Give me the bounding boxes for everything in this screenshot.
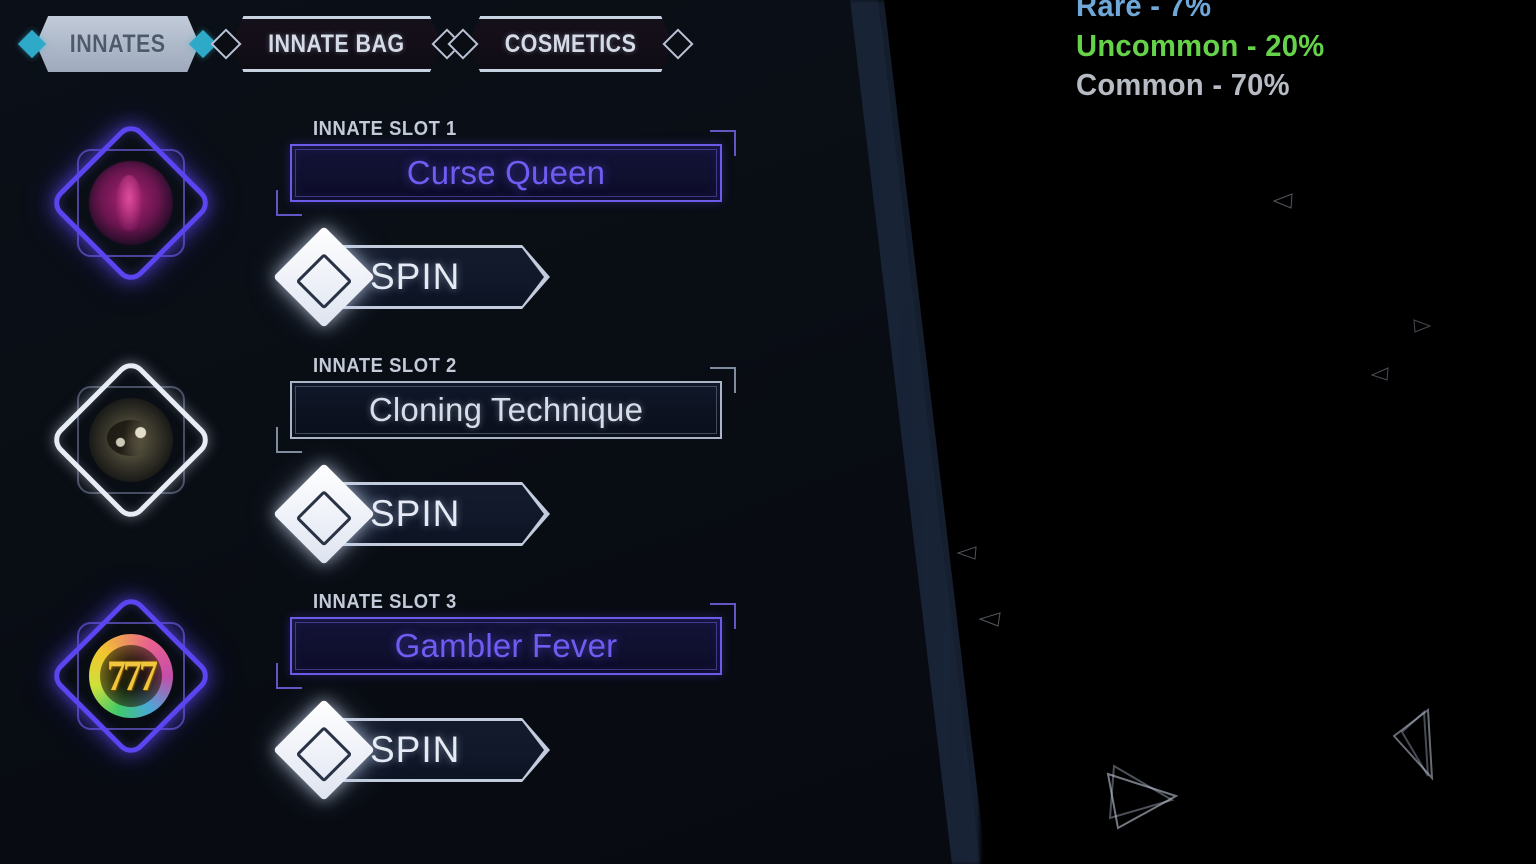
- innate-slot-1-label: INNATE SLOT 1: [313, 118, 457, 140]
- wireframe-triangle-icon: [1412, 318, 1432, 334]
- innate-slot-2-label: INNATE SLOT 2: [313, 355, 457, 377]
- rarity-legend: Rare - 7% Uncommon - 20% Common - 70%: [1076, 0, 1340, 105]
- icon-emblem: 777: [89, 634, 173, 718]
- spin-button-2-label: SPIN: [370, 493, 461, 534]
- wireframe-triangle-icon: [1370, 366, 1390, 382]
- game-screen: INNATES INNATE BAG COSMETICS Rare - 7% U…: [0, 0, 1536, 864]
- curse-queen-icon[interactable]: [47, 119, 215, 287]
- rarity-rare: Rare - 7%: [1076, 0, 1212, 23]
- tab-innates-label: INNATES: [69, 29, 166, 58]
- cloning-technique-icon[interactable]: [47, 356, 215, 524]
- wireframe-triangle-icon: [1272, 192, 1294, 210]
- spin-button-1[interactable]: SPIN: [273, 226, 550, 328]
- innate-slot-2-name: Cloning Technique: [368, 391, 644, 428]
- icon-emblem: [89, 398, 173, 482]
- wireframe-triangle-icon: [1388, 706, 1436, 784]
- tab-cosmetics-wrap: COSMETICS: [447, 16, 694, 72]
- innate-slot-2-name-frame[interactable]: Cloning Technique: [276, 367, 736, 453]
- rarity-common: Common - 70%: [1076, 67, 1290, 103]
- innate-slot-3-label: INNATE SLOT 3: [313, 591, 457, 613]
- tab-innate-bag[interactable]: INNATE BAG: [231, 16, 442, 72]
- tab-innate-bag-wrap: INNATE BAG: [210, 16, 463, 72]
- innate-slot-2: INNATE SLOT 2 Cloning Technique SPIN: [0, 349, 860, 584]
- spin-button-3-label: SPIN: [370, 729, 461, 770]
- innate-slot-1: INNATE SLOT 1 Curse Queen SPIN: [0, 112, 860, 347]
- tab-cosmetics[interactable]: COSMETICS: [468, 16, 673, 72]
- spin-button-1-label: SPIN: [370, 256, 461, 297]
- tab-bar: INNATES INNATE BAG COSMETICS: [17, 14, 694, 74]
- spin-button-2[interactable]: SPIN: [273, 463, 550, 565]
- spin-diamond-icon: [273, 463, 375, 565]
- tab-innates-wrap: INNATES: [17, 16, 218, 72]
- tab-innate-bag-label: INNATE BAG: [268, 29, 405, 58]
- wireframe-triangle-icon: [956, 545, 978, 561]
- wireframe-triangle-icon: [1100, 756, 1180, 832]
- icon-emblem: [89, 161, 173, 245]
- spin-diamond-icon: [273, 226, 375, 328]
- tab-cosmetics-label: COSMETICS: [504, 29, 637, 58]
- innate-slot-1-name-frame[interactable]: Curse Queen: [276, 130, 736, 216]
- wireframe-triangle-icon: [978, 610, 1002, 628]
- innate-slot-1-name: Curse Queen: [406, 154, 606, 191]
- tab-innates[interactable]: INNATES: [36, 16, 199, 72]
- innate-slot-3-name: Gambler Fever: [394, 627, 618, 664]
- icon-emblem-text: 777: [107, 651, 158, 701]
- spin-diamond-icon: [273, 699, 375, 801]
- gambler-fever-icon[interactable]: 777: [47, 592, 215, 760]
- innate-slot-3-name-frame[interactable]: Gambler Fever: [276, 603, 736, 689]
- rarity-uncommon: Uncommon - 20%: [1076, 27, 1325, 63]
- innate-slot-3: 777 INNATE SLOT 3 Gambler Fever SPIN: [0, 585, 860, 820]
- spin-button-3[interactable]: SPIN: [273, 699, 550, 801]
